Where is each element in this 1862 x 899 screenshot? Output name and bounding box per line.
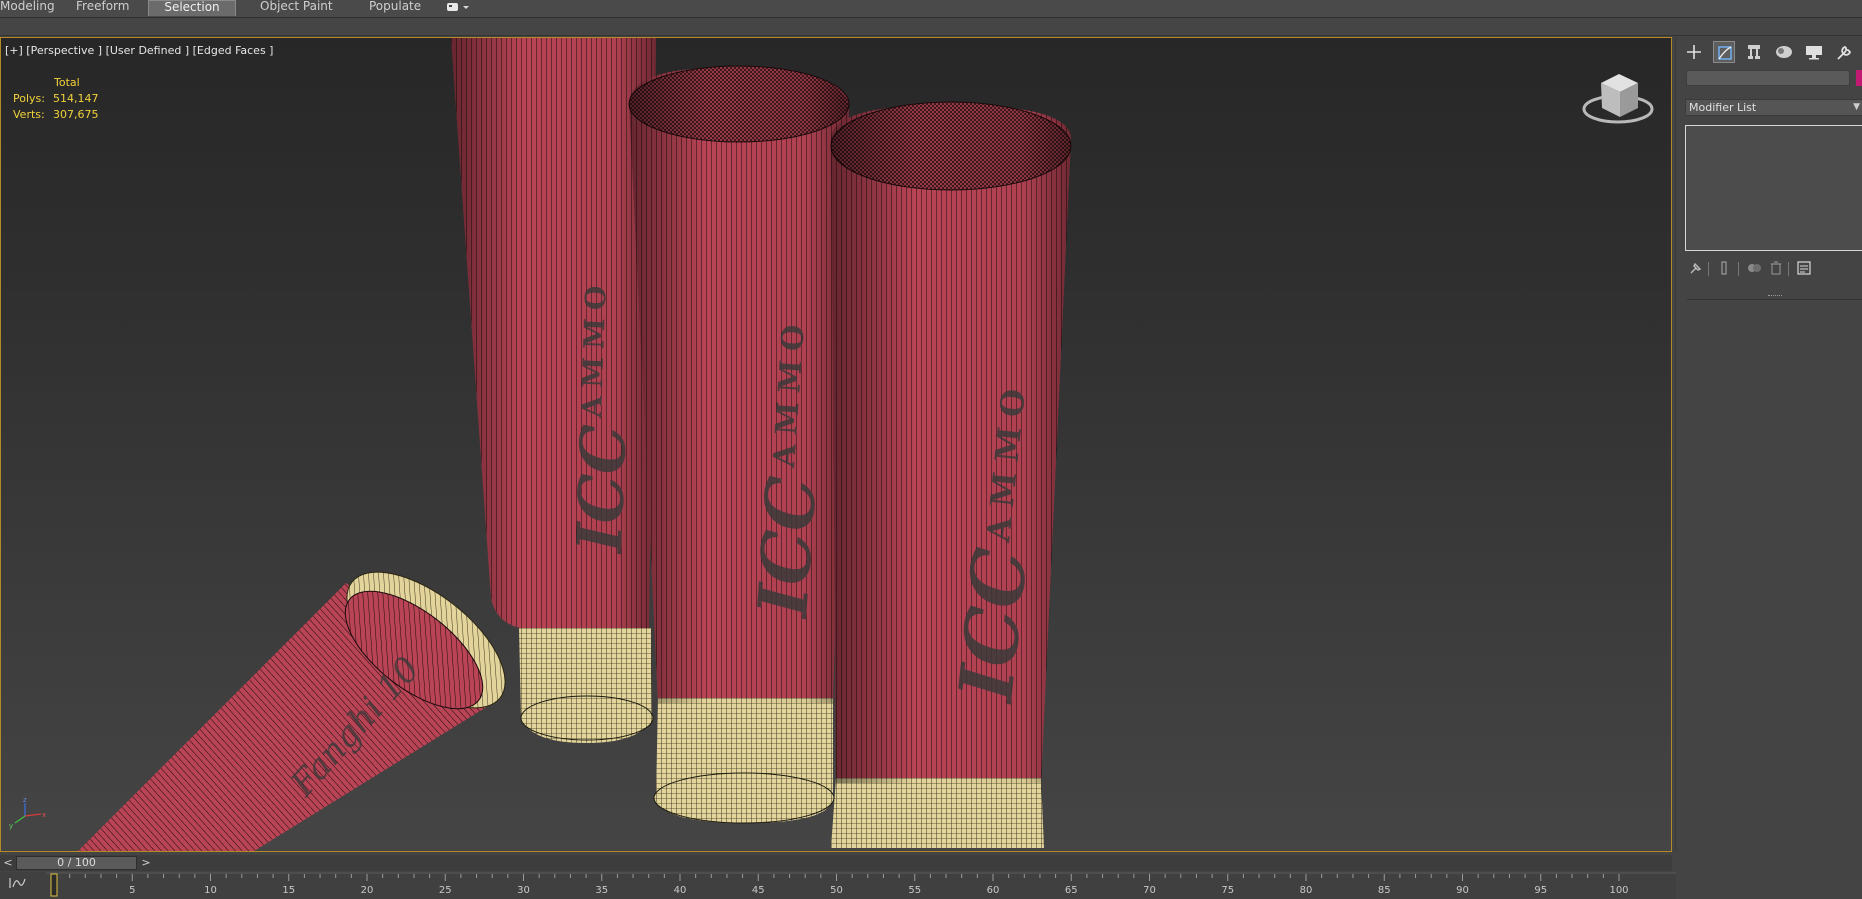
- scene-render: ICC AMMO ICC AMMO ICC AMMO Fanghi 10 z y…: [9, 38, 1654, 852]
- frame-ruler[interactable]: 5 10 15 20 25 30 35 40 45 50 55 60 65 70 75 80 85 90 95 100: [46, 872, 1676, 899]
- frame-tick-label: 65: [1065, 885, 1078, 896]
- verts-value: 307,675: [53, 108, 99, 121]
- frame-tick-label: 30: [517, 885, 530, 896]
- current-frame-marker[interactable]: [50, 873, 58, 897]
- stats-verts-row: Verts: 307,675: [13, 107, 99, 123]
- time-slider[interactable]: < 0 / 100 >: [0, 855, 1672, 871]
- tab-label: Populate: [369, 0, 422, 13]
- tab-freeform[interactable]: Freeform: [76, 0, 146, 15]
- create-icon[interactable]: [1683, 41, 1705, 63]
- shotgun-shell-lying[interactable]: Fanghi 10: [76, 547, 528, 852]
- stats-header: Total: [54, 76, 80, 89]
- mini-curve-editor-icon[interactable]: [8, 875, 28, 891]
- svg-text:x: x: [42, 811, 46, 819]
- frame-tick-label: 85: [1378, 885, 1391, 896]
- tab-label: Selection: [164, 0, 220, 14]
- modifier-stack-list[interactable]: [1685, 125, 1862, 251]
- frame-tick-label: 90: [1456, 885, 1469, 896]
- modify-icon[interactable]: [1713, 41, 1735, 63]
- polys-label: Polys:: [13, 92, 45, 105]
- svg-text:z: z: [23, 796, 27, 804]
- tab-modeling[interactable]: Modeling: [0, 0, 55, 15]
- utilities-icon[interactable]: [1833, 41, 1855, 63]
- frame-tick-label: 45: [752, 885, 765, 896]
- motion-icon[interactable]: [1773, 41, 1795, 63]
- tab-object-paint[interactable]: Object Paint: [260, 0, 350, 15]
- svg-text:y: y: [9, 822, 13, 830]
- frame-tick-label: 100: [1609, 885, 1628, 896]
- tab-label: Modeling: [0, 0, 55, 13]
- toolbar-separator: [1788, 262, 1789, 276]
- remove-modifier-icon[interactable]: [1768, 260, 1784, 276]
- tab-label: Freeform: [76, 0, 130, 13]
- hierarchy-icon[interactable]: [1743, 41, 1765, 63]
- stats-polys-row: Polys: 514,147: [13, 91, 99, 107]
- viewcube-icon[interactable]: [1582, 74, 1654, 124]
- frame-tick-label: 35: [595, 885, 608, 896]
- configure-sets-icon[interactable]: [1796, 260, 1812, 276]
- modifier-list-dropdown[interactable]: Modifier List ▼: [1685, 99, 1862, 116]
- object-color-swatch[interactable]: [1856, 70, 1862, 86]
- viewport-label-menu[interactable]: [+] [Perspective ] [User Defined ] [Edge…: [5, 44, 273, 57]
- ribbon-panel-collapsed: [0, 18, 1862, 36]
- tab-label: Object Paint: [260, 0, 333, 13]
- tab-populate[interactable]: Populate: [369, 0, 439, 15]
- frame-tick-label: 25: [439, 885, 452, 896]
- ribbon-tab-bar: Modeling Freeform Selection Object Paint…: [0, 0, 1862, 18]
- frame-tick-label: 15: [282, 885, 295, 896]
- rollout-divider: [1687, 299, 1862, 300]
- polys-value: 514,147: [53, 92, 99, 105]
- track-bar[interactable]: 5 10 15 20 25 30 35 40 45 50 55 60 65 70 75 80 85 90 95 100: [0, 872, 1676, 899]
- frame-tick-label: 80: [1300, 885, 1313, 896]
- frame-tick-label: 5: [129, 885, 135, 896]
- frame-tick-label: 40: [674, 885, 687, 896]
- axis-tripod-icon: z y x: [9, 796, 46, 830]
- shotgun-shell-middle[interactable]: ICC AMMO: [628, 65, 850, 824]
- display-icon[interactable]: [1803, 41, 1825, 63]
- toolbar-separator: [1708, 262, 1709, 276]
- shotgun-shell-front[interactable]: ICC AMMO: [830, 101, 1072, 848]
- frame-tick-label: 75: [1221, 885, 1234, 896]
- perspective-viewport[interactable]: ICC AMMO ICC AMMO ICC AMMO Fanghi 10 z y…: [0, 37, 1672, 852]
- tab-selection[interactable]: Selection: [148, 0, 236, 16]
- pin-stack-icon[interactable]: [1688, 260, 1704, 276]
- verts-label: Verts:: [13, 108, 45, 121]
- frame-tick-label: 95: [1534, 885, 1547, 896]
- shell-brand-text: ICC: [743, 474, 833, 621]
- toolbar-separator: [1738, 262, 1739, 276]
- frame-tick-label: 50: [830, 885, 843, 896]
- modifier-list-label: Modifier List: [1689, 101, 1757, 114]
- scene-statistics: Total Polys: 514,147 Verts: 307,675: [13, 75, 99, 123]
- command-panel: Modifier List ▼: [1675, 37, 1862, 852]
- show-end-result-icon[interactable]: [1716, 260, 1732, 276]
- frame-tick-label: 10: [204, 885, 217, 896]
- previous-frame-button[interactable]: <: [2, 855, 14, 871]
- ribbon-options-icon[interactable]: [446, 2, 470, 13]
- shell-ammo-text: AMMO: [575, 277, 613, 419]
- frame-tick-label: 55: [908, 885, 921, 896]
- frame-tick-label: 60: [987, 885, 1000, 896]
- frame-tick-label: 20: [361, 885, 374, 896]
- time-slider-thumb[interactable]: 0 / 100: [16, 856, 137, 870]
- shell-brand-text: ICC: [943, 544, 1045, 707]
- frame-tick-label: 70: [1143, 885, 1156, 896]
- object-name-field[interactable]: [1686, 70, 1850, 86]
- shell-brand-text: ICC: [563, 423, 640, 555]
- make-unique-icon[interactable]: [1746, 260, 1762, 276]
- next-frame-button[interactable]: >: [140, 855, 152, 871]
- chevron-down-icon: ▼: [1853, 102, 1860, 112]
